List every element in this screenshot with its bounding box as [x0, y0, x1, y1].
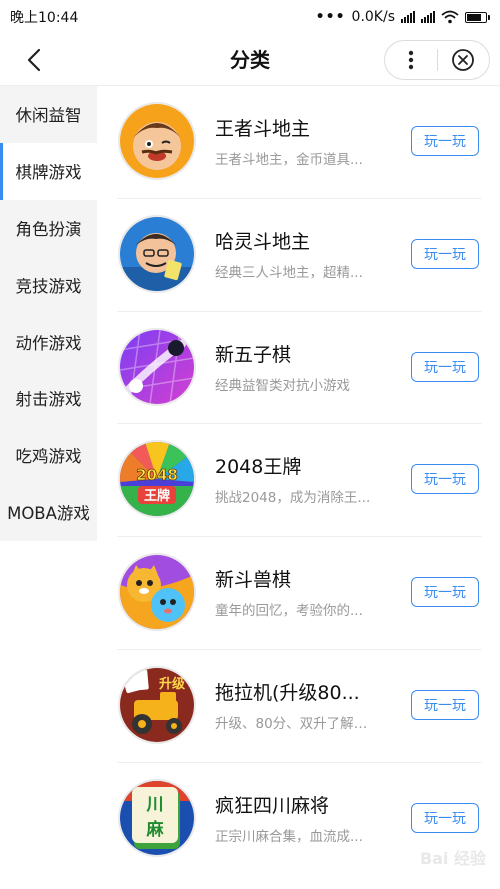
game-name: 2048王牌 [215, 456, 302, 479]
category-label: 棋牌游戏 [15, 163, 82, 183]
haling-doudizhu-icon [118, 214, 196, 293]
play-button[interactable]: 玩一玩 [411, 238, 479, 269]
list-item[interactable]: 新斗兽棋 童年的回忆，考验你的... 玩一玩 [97, 537, 500, 650]
signal-icon [421, 11, 435, 23]
play-button[interactable]: 玩一玩 [411, 126, 479, 156]
gomoku-icon [118, 327, 196, 406]
play-button[interactable]: 玩一玩 [411, 802, 479, 833]
icon-mahjong-text-top: 川 [146, 795, 164, 815]
more-dots: ••• [315, 9, 346, 25]
tractor-cards-icon: 升级 [118, 665, 196, 744]
game-desc: 经典益智类对抗小游戏 [215, 377, 350, 394]
category-item-shooter[interactable]: 射击游戏 [0, 370, 97, 427]
game-name: 疯狂四川麻将 [215, 794, 330, 817]
list-item[interactable]: 哈灵斗地主 经典三人斗地主，超精... 玩一玩 [97, 199, 500, 312]
icon-2048-text: 2048 [136, 466, 178, 484]
close-circle-icon [452, 49, 475, 71]
category-item-card[interactable]: 棋牌游戏 [0, 142, 97, 200]
game-name: 新五子棋 [215, 343, 292, 366]
status-indicators: ••• 0.0K/s [316, 9, 490, 25]
category-item-moba[interactable]: MOBA游戏 [0, 484, 97, 541]
list-item[interactable]: 2048 王牌 2048王牌 挑战2048，成为消除王... 玩一玩 [97, 424, 500, 538]
list-item[interactable]: 新五子棋 经典益智类对抗小游戏 玩一玩 [97, 312, 500, 425]
game-name: 拖拉机(升级80... [215, 681, 360, 704]
more-vertical-icon [408, 50, 413, 70]
net-speed: 0.0K/s [351, 9, 395, 25]
back-button[interactable] [20, 46, 48, 74]
category-item-competitive[interactable]: 竞技游戏 [0, 256, 97, 313]
category-item-battle-royale[interactable]: 吃鸡游戏 [0, 427, 97, 484]
play-button[interactable]: 玩一玩 [411, 351, 479, 382]
more-menu-button[interactable] [385, 41, 437, 79]
category-label: 竞技游戏 [15, 276, 82, 296]
doudizhu-king-icon [118, 102, 196, 180]
icon-upgrade-text: 升级 [159, 676, 186, 692]
signal-icon [401, 11, 415, 23]
category-sidebar: 休闲益智 棋牌游戏 角色扮演 竞技游戏 动作游戏 射击游戏 吃鸡游戏 MOBA游… [0, 86, 97, 541]
play-button[interactable]: 玩一玩 [411, 689, 479, 720]
close-button[interactable] [437, 41, 489, 79]
category-label: 射击游戏 [15, 390, 82, 410]
watermark-logo: Bai 经验 [419, 849, 486, 868]
category-item-rpg[interactable]: 角色扮演 [0, 200, 97, 257]
game-desc: 升级、80分、双升了解一... [215, 715, 380, 732]
chevron-left-icon [27, 48, 41, 72]
category-item-casual[interactable]: 休闲益智 [0, 86, 97, 143]
game-name: 哈灵斗地主 [215, 230, 311, 253]
play-button[interactable]: 玩一玩 [411, 464, 479, 495]
icon-2048-subtext: 王牌 [144, 488, 170, 504]
status-bar: 晚上10:44 ••• 0.0K/s [0, 0, 500, 34]
mini-program-capsule [384, 40, 490, 80]
battery-icon [465, 11, 490, 23]
game-desc: 正宗川麻合集，血流成... [215, 828, 363, 845]
sichuan-mahjong-icon: 川 麻 [118, 778, 196, 857]
list-item[interactable]: 王者斗地主 王者斗地主，金币道具... 玩一玩 [97, 86, 500, 199]
category-item-action[interactable]: 动作游戏 [0, 313, 97, 370]
game-list: 王者斗地主 王者斗地主，金币道具... 玩一玩 哈灵斗地主 经典三人斗地主，超精… [97, 86, 500, 876]
game-2048-icon: 2048 王牌 [118, 440, 196, 519]
game-desc: 王者斗地主，金币道具... [215, 152, 363, 168]
category-label: 角色扮演 [15, 219, 82, 239]
play-button[interactable]: 玩一玩 [411, 577, 479, 608]
game-name: 新斗兽棋 [215, 569, 292, 592]
game-name: 王者斗地主 [215, 118, 311, 140]
icon-mahjong-text-bottom: 麻 [146, 819, 165, 840]
game-desc: 童年的回忆，考验你的... [215, 603, 363, 620]
wifi-icon [441, 10, 459, 24]
animal-chess-icon [118, 553, 196, 632]
game-desc: 经典三人斗地主，超精... [215, 264, 363, 281]
category-label: 动作游戏 [15, 333, 82, 353]
nav-header: 分类 [0, 34, 500, 86]
category-label: 吃鸡游戏 [15, 447, 82, 467]
category-label: MOBA游戏 [7, 503, 90, 523]
status-time: 晚上10:44 [10, 10, 79, 26]
game-desc: 挑战2048，成为消除王... [215, 490, 371, 507]
list-item[interactable]: 升级 拖拉机(升级80... 升级、80分、双升了解一... 玩一玩 [97, 650, 500, 763]
category-label: 休闲益智 [15, 106, 82, 126]
